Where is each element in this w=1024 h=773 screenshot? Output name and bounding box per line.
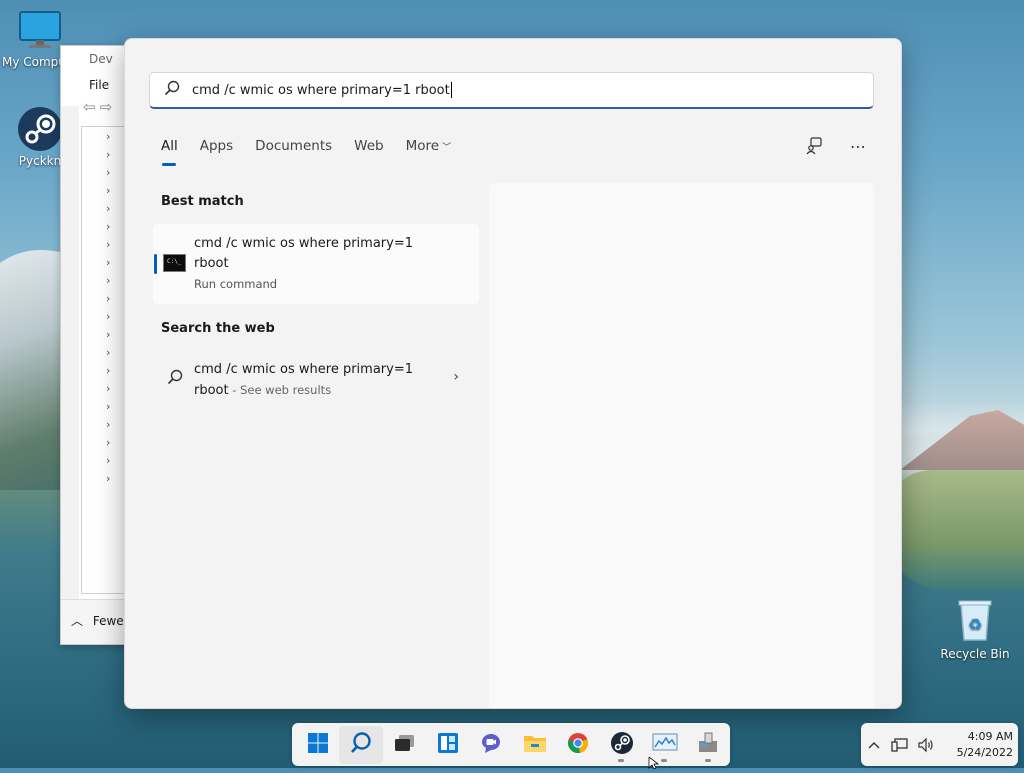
web-result-suffix: - See web results xyxy=(228,383,332,397)
search-icon xyxy=(167,369,183,389)
taskbar xyxy=(292,723,730,766)
steam-icon xyxy=(610,731,634,759)
device-manager-icon xyxy=(696,732,720,758)
start-button[interactable] xyxy=(296,726,339,764)
network-icon[interactable] xyxy=(887,737,913,753)
best-match-heading: Best match xyxy=(161,194,244,209)
recycle-bin-icon: ♻ xyxy=(935,598,1015,645)
widgets-icon xyxy=(437,732,459,758)
forward-arrow-icon[interactable]: ⇨ xyxy=(100,98,113,116)
chrome-icon xyxy=(567,732,589,758)
back-arrow-icon[interactable]: ⇦ xyxy=(83,98,96,116)
clock-time: 4:09 AM xyxy=(967,729,1013,743)
web-search-result[interactable]: cmd /c wmic os where primary=1 rboot - S… xyxy=(153,351,479,405)
chevron-up-icon: ︿ xyxy=(71,614,84,628)
start-icon xyxy=(307,732,329,758)
search-icon xyxy=(164,80,184,100)
web-result-line1: cmd /c wmic os where primary=1 xyxy=(194,362,414,377)
running-indicator xyxy=(704,758,711,762)
best-match-line1: cmd /c wmic os where primary=1 xyxy=(194,236,414,251)
tab-apps[interactable]: Apps xyxy=(200,138,233,154)
search-panel: cmd /c wmic os where primary=1 rboot All… xyxy=(124,38,902,709)
search-web-heading: Search the web xyxy=(161,321,275,336)
file-explorer-icon xyxy=(523,733,547,757)
tab-web[interactable]: Web xyxy=(354,138,383,154)
wallpaper-meadow xyxy=(890,470,1024,590)
running-indicator xyxy=(661,758,668,762)
mouse-cursor-icon xyxy=(648,756,660,773)
search-icon xyxy=(349,731,373,759)
tab-more[interactable]: More ﹀ xyxy=(406,138,451,154)
best-match-subtitle: Run command xyxy=(194,277,278,291)
tab-more-label: More xyxy=(405,138,440,154)
volume-icon[interactable] xyxy=(913,737,939,753)
search-button[interactable] xyxy=(339,725,383,764)
running-indicator xyxy=(617,758,624,762)
chat-icon xyxy=(480,732,502,758)
web-result-line2: rboot xyxy=(194,383,229,398)
best-match-line2: rboot xyxy=(194,256,229,271)
steam-button[interactable] xyxy=(600,726,643,764)
account-switch-icon[interactable] xyxy=(803,135,825,157)
panel-actions: ⋯ xyxy=(803,135,869,157)
system-tray: 4:09 AM 5/24/2022 xyxy=(861,723,1018,766)
best-match-title: cmd /c wmic os where primary=1 rboot xyxy=(194,234,464,274)
clock-date: 5/24/2022 xyxy=(956,745,1013,759)
web-result-text: cmd /c wmic os where primary=1 rboot - S… xyxy=(194,360,444,401)
performance-monitor-icon xyxy=(652,733,678,757)
task-view-button[interactable] xyxy=(383,726,426,764)
tab-documents[interactable]: Documents xyxy=(255,138,332,154)
search-input[interactable]: cmd /c wmic os where primary=1 rboot xyxy=(149,72,874,109)
chevron-right-icon[interactable]: › xyxy=(453,369,459,385)
command-prompt-icon: C:\_ xyxy=(163,254,186,272)
text-caret xyxy=(450,82,452,98)
preview-pane xyxy=(489,183,874,708)
selection-indicator xyxy=(154,254,157,274)
left-pane xyxy=(61,106,79,644)
chrome-button[interactable] xyxy=(556,726,599,764)
filter-tabs: All Apps Documents Web More ﹀ xyxy=(161,138,473,166)
file-explorer-button[interactable] xyxy=(513,726,556,764)
clock[interactable]: 4:09 AM 5/24/2022 xyxy=(945,729,1013,761)
more-options-icon[interactable]: ⋯ xyxy=(847,135,869,157)
widgets-button[interactable] xyxy=(426,726,469,764)
desktop-icon-recycle-bin[interactable]: ♻ Recycle Bin xyxy=(935,598,1015,661)
chevron-down-icon: ﹀ xyxy=(442,143,452,153)
svg-text:♻: ♻ xyxy=(968,615,982,634)
device-manager-button[interactable] xyxy=(687,726,730,764)
desktop-icon-label: Recycle Bin xyxy=(940,647,1010,661)
wallpaper-mountain xyxy=(900,410,1024,470)
task-view-icon xyxy=(394,733,416,757)
search-query: cmd /c wmic os where primary=1 rboot xyxy=(192,82,450,98)
chat-button[interactable] xyxy=(470,726,513,764)
chevron-up-icon[interactable] xyxy=(861,741,887,749)
tab-all[interactable]: All xyxy=(161,138,178,166)
best-match-result[interactable]: C:\_ cmd /c wmic os where primary=1 rboo… xyxy=(153,224,479,304)
